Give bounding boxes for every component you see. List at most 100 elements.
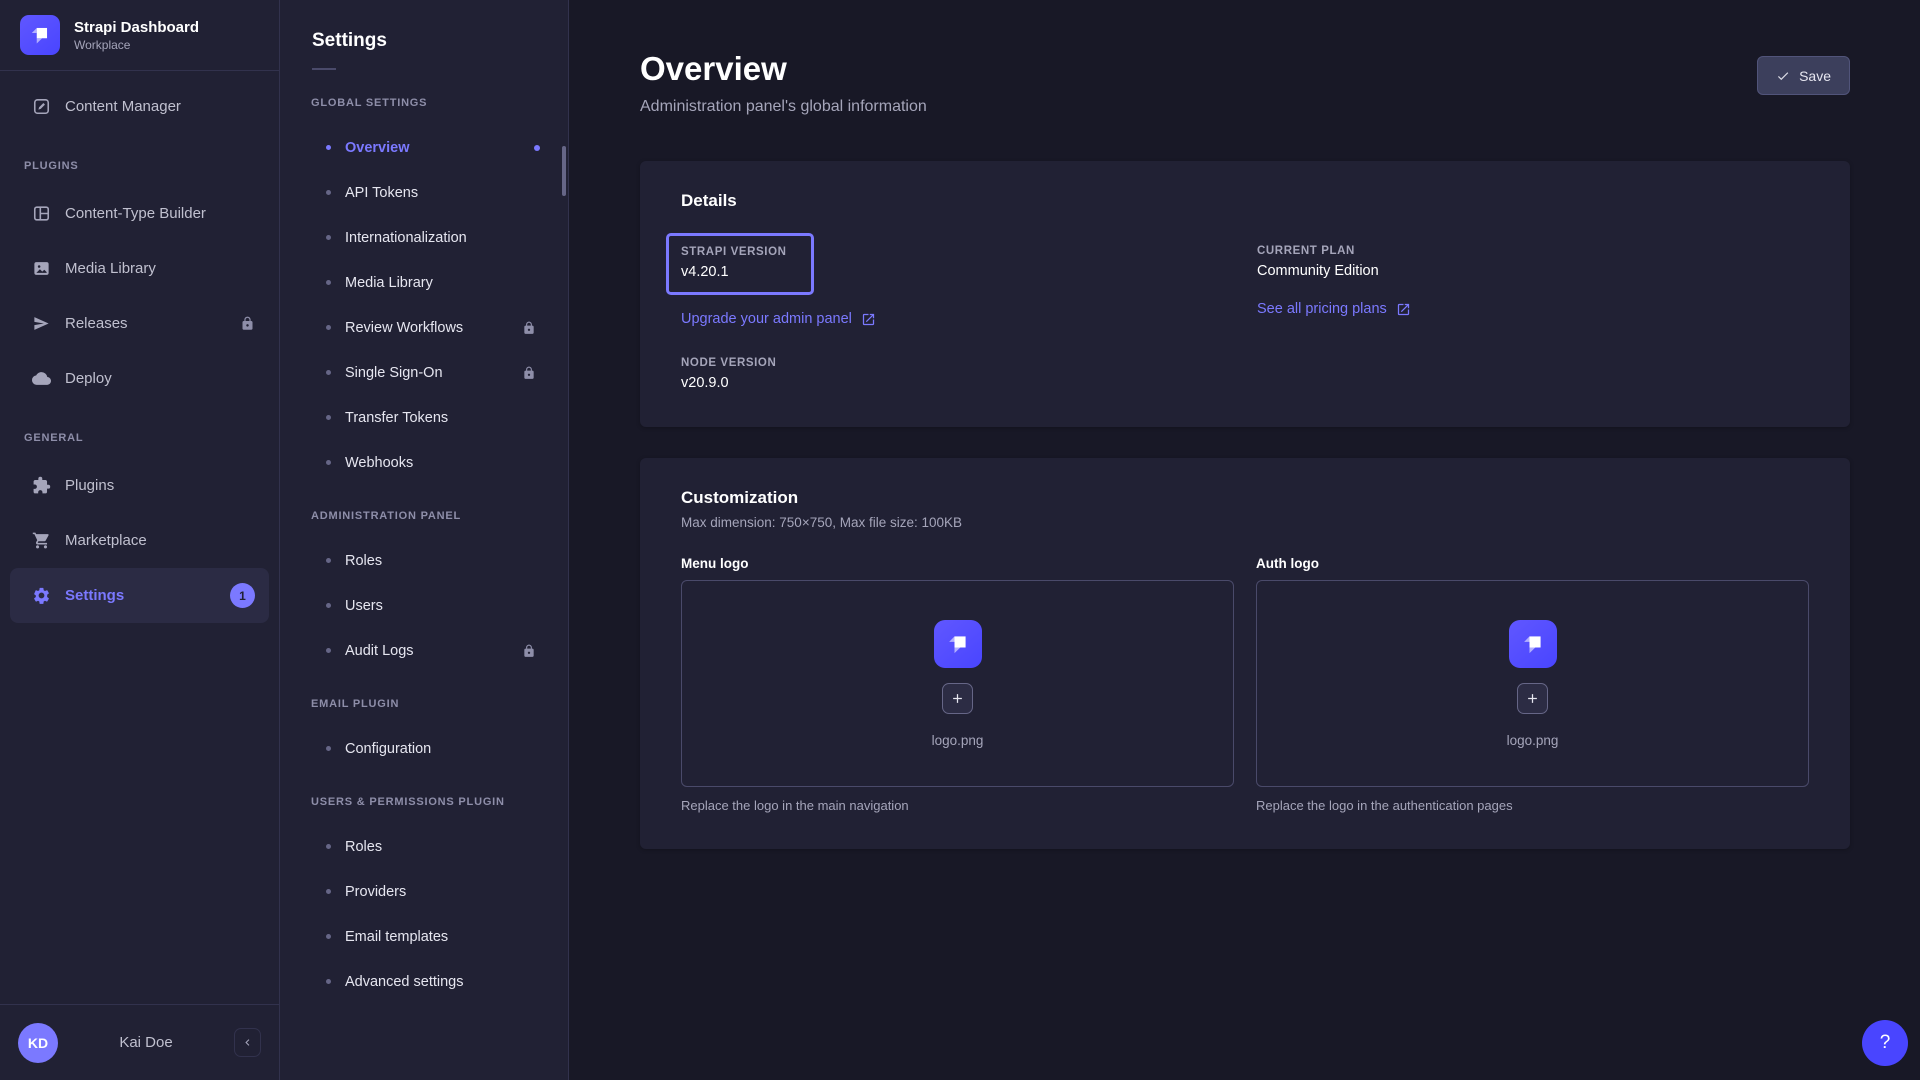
settings-nav-users[interactable]: Users xyxy=(280,583,568,628)
bullet-icon xyxy=(326,844,331,849)
settings-nav-advanced-settings[interactable]: Advanced settings xyxy=(280,959,568,1004)
check-icon xyxy=(1776,69,1790,83)
avatar[interactable]: KD xyxy=(18,1023,58,1063)
auth-logo-upload-area[interactable]: logo.png xyxy=(1256,580,1809,787)
settings-nav-audit-logs[interactable]: Audit Logs xyxy=(280,628,568,673)
settings-nav-label: Configuration xyxy=(345,741,431,757)
bullet-icon xyxy=(326,460,331,465)
cloud-icon xyxy=(32,369,51,388)
sidebar-item-label: Content Manager xyxy=(65,98,181,115)
brand-subtitle: Workplace xyxy=(74,37,199,53)
gear-icon xyxy=(32,586,51,605)
sidebar-item-label: Content-Type Builder xyxy=(65,205,206,222)
settings-nav-review-workflows[interactable]: Review Workflows xyxy=(280,305,568,350)
settings-nav-webhooks[interactable]: Webhooks xyxy=(280,440,568,485)
node-version-label: NODE VERSION xyxy=(681,357,1233,369)
menu-logo-upload-area[interactable]: logo.png xyxy=(681,580,1234,787)
external-link-icon xyxy=(861,312,876,327)
strapi-admin-app: Strapi Dashboard Workplace Content Manag… xyxy=(0,0,1920,1080)
settings-nav-roles[interactable]: Roles xyxy=(280,538,568,583)
sidebar-item-deploy[interactable]: Deploy xyxy=(10,351,269,406)
sidebar-item-content-type-builder[interactable]: Content-Type Builder xyxy=(10,186,269,241)
settings-nav-media-library[interactable]: Media Library xyxy=(280,260,568,305)
bullet-icon xyxy=(326,325,331,330)
divider xyxy=(312,68,336,70)
settings-nav-internationalization[interactable]: Internationalization xyxy=(280,215,568,260)
settings-nav-configuration[interactable]: Configuration xyxy=(280,726,568,771)
auth-logo-add-button[interactable] xyxy=(1517,683,1548,714)
settings-nav-single-sign-on[interactable]: Single Sign-On xyxy=(280,350,568,395)
sidebar-item-label: Deploy xyxy=(65,370,112,387)
settings-nav-scrollbar[interactable] xyxy=(562,146,566,196)
sidebar-item-plugins[interactable]: Plugins xyxy=(10,458,269,513)
sidebar-item-marketplace[interactable]: Marketplace xyxy=(10,513,269,568)
settings-nav-api-tokens[interactable]: API Tokens xyxy=(280,170,568,215)
bullet-icon xyxy=(326,746,331,751)
settings-nav-label: Advanced settings xyxy=(345,974,464,990)
bullet-icon xyxy=(326,235,331,240)
settings-section-users-permissions: USERS & PERMISSIONS PLUGIN xyxy=(280,771,568,824)
sidebar-item-releases[interactable]: Releases xyxy=(10,296,269,351)
settings-nav-overview[interactable]: Overview xyxy=(280,125,568,170)
current-plan-value: Community Edition xyxy=(1257,263,1809,279)
bullet-icon xyxy=(326,558,331,563)
bullet-icon xyxy=(326,415,331,420)
page-title: Overview xyxy=(640,50,1850,88)
help-button[interactable]: ? xyxy=(1862,1020,1908,1066)
sidebar-item-content-manager[interactable]: Content Manager xyxy=(10,79,269,134)
strapi-logo-icon xyxy=(934,620,982,668)
settings-nav-email-templates[interactable]: Email templates xyxy=(280,914,568,959)
bullet-icon xyxy=(326,648,331,653)
upgrade-link-label: Upgrade your admin panel xyxy=(681,311,852,327)
paper-plane-icon xyxy=(32,314,51,333)
pricing-plans-link[interactable]: See all pricing plans xyxy=(1257,301,1411,317)
settings-nav-up-roles[interactable]: Roles xyxy=(280,824,568,869)
settings-nav-label: Webhooks xyxy=(345,455,413,471)
details-card-title: Details xyxy=(681,191,1809,211)
bullet-icon xyxy=(326,145,331,150)
strapi-logo-icon xyxy=(20,15,60,55)
menu-logo-label: Menu logo xyxy=(681,556,1234,571)
sidebar-item-settings[interactable]: Settings 1 xyxy=(10,568,269,623)
image-icon xyxy=(32,259,51,278)
user-name: Kai Doe xyxy=(72,1034,220,1051)
bullet-icon xyxy=(326,934,331,939)
lock-icon xyxy=(522,644,536,658)
settings-nav-label: Providers xyxy=(345,884,406,900)
sidebar-item-label: Plugins xyxy=(65,477,114,494)
customization-card-subtitle: Max dimension: 750×750, Max file size: 1… xyxy=(681,515,1809,530)
lock-icon xyxy=(522,321,536,335)
main-content: Overview Administration panel's global i… xyxy=(569,0,1920,1080)
sidebar-section-general: GENERAL xyxy=(0,406,279,458)
collapse-sidebar-button[interactable] xyxy=(234,1028,261,1057)
lock-icon xyxy=(240,316,255,331)
chevron-left-icon xyxy=(241,1036,254,1049)
workspace-brand[interactable]: Strapi Dashboard Workplace xyxy=(0,0,279,71)
upgrade-admin-panel-link[interactable]: Upgrade your admin panel xyxy=(681,311,876,327)
auth-logo-label: Auth logo xyxy=(1256,556,1809,571)
bullet-icon xyxy=(326,603,331,608)
sidebar-item-label: Releases xyxy=(65,315,128,332)
page-subtitle: Administration panel's global informatio… xyxy=(640,98,1850,116)
settings-nav-transfer-tokens[interactable]: Transfer Tokens xyxy=(280,395,568,440)
pen-icon xyxy=(32,97,51,116)
settings-nav-label: API Tokens xyxy=(345,185,418,201)
settings-section-email-plugin: EMAIL PLUGIN xyxy=(280,673,568,726)
strapi-version-highlight-box: STRAPI VERSION v4.20.1 xyxy=(666,233,814,295)
settings-nav-providers[interactable]: Providers xyxy=(280,869,568,914)
bullet-icon xyxy=(326,979,331,984)
menu-logo-add-button[interactable] xyxy=(942,683,973,714)
strapi-logo-icon xyxy=(1509,620,1557,668)
details-card: Details STRAPI VERSION v4.20.1 Upgrade y… xyxy=(640,161,1850,427)
save-button-label: Save xyxy=(1799,68,1831,84)
bullet-icon xyxy=(326,280,331,285)
sidebar-item-media-library[interactable]: Media Library xyxy=(10,241,269,296)
auth-logo-filename: logo.png xyxy=(1507,733,1559,748)
external-link-icon xyxy=(1396,302,1411,317)
save-button[interactable]: Save xyxy=(1757,56,1850,95)
plus-icon xyxy=(950,691,965,706)
auth-logo-caption: Replace the logo in the authentication p… xyxy=(1256,798,1809,813)
settings-nav-label: Audit Logs xyxy=(345,643,414,659)
settings-nav-label: Roles xyxy=(345,553,382,569)
new-indicator-dot xyxy=(534,145,540,151)
